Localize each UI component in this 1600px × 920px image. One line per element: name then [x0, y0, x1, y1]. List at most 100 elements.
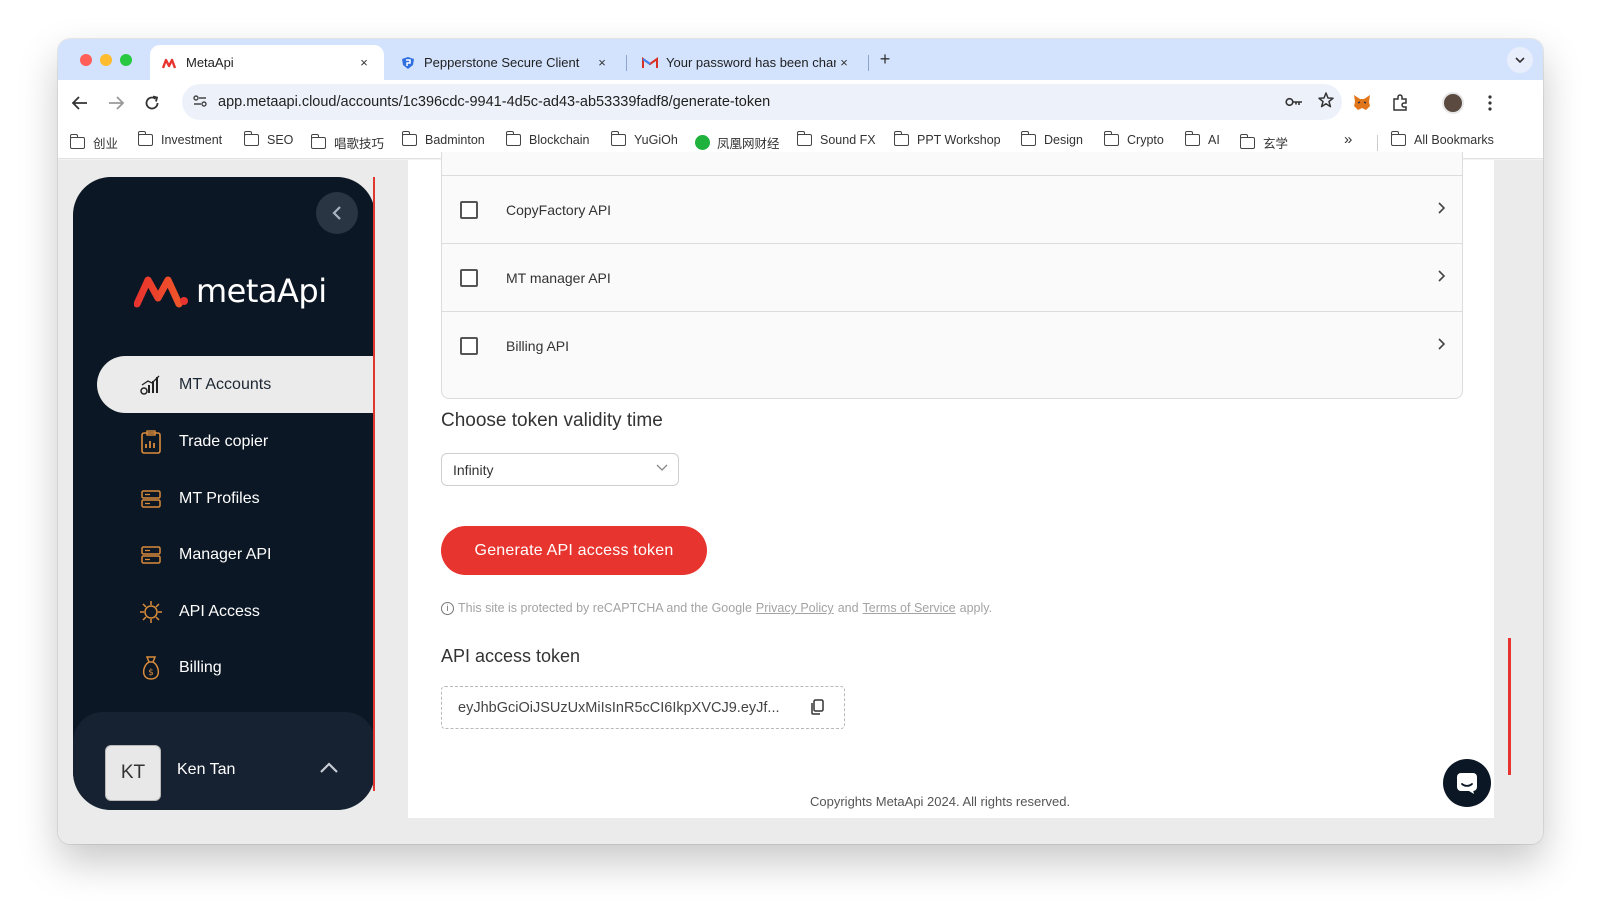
- api-label: MT manager API: [506, 269, 611, 286]
- close-window-button[interactable]: [80, 54, 92, 66]
- clipboard-icon: [137, 428, 165, 456]
- bookmark-folder[interactable]: AI: [1184, 131, 1220, 147]
- bookmark-folder[interactable]: YuGiOh: [610, 131, 678, 147]
- api-row-mt-manager[interactable]: MT manager API: [442, 243, 1462, 311]
- bookmark-folder[interactable]: Blockchain: [505, 131, 589, 147]
- folder-icon: [505, 131, 521, 146]
- server-icon: [137, 541, 165, 569]
- nav-mt-profiles[interactable]: MT Profiles: [97, 470, 375, 527]
- user-panel[interactable]: KT Ken Tan: [73, 712, 375, 810]
- generate-token-button[interactable]: Generate API access token: [441, 526, 707, 575]
- folder-icon: [1103, 131, 1119, 146]
- forward-button[interactable]: [104, 91, 128, 115]
- bookmark-folder[interactable]: 创业: [69, 133, 118, 152]
- chevron-right-icon[interactable]: [1422, 269, 1462, 286]
- metaapi-logo[interactable]: metaApi: [134, 272, 327, 310]
- bookmark-link[interactable]: 凤凰网财经: [695, 133, 780, 152]
- tab-label: Pepperstone Secure Client: [424, 55, 580, 70]
- info-icon: i: [441, 601, 454, 615]
- copy-icon[interactable]: [810, 699, 824, 715]
- reload-icon: [145, 95, 159, 110]
- footer-copyright: Copyrights MetaApi 2024. All rights rese…: [810, 794, 1071, 809]
- folder-icon: [1390, 131, 1406, 146]
- nav-api-access[interactable]: API Access: [97, 583, 375, 640]
- tab-label: Your password has been char: [666, 55, 836, 70]
- tab-pepperstone[interactable]: Pepperstone Secure Client ×: [388, 45, 622, 80]
- reload-button[interactable]: [140, 91, 164, 115]
- chat-launcher-button[interactable]: [1443, 759, 1491, 807]
- bookmark-folder[interactable]: 唱歌技巧: [310, 133, 384, 152]
- tab-search-button[interactable]: [1507, 47, 1533, 73]
- scroll-indicator: [1508, 638, 1511, 775]
- api-gear-icon: [137, 598, 165, 626]
- bookmarks-divider: [1377, 135, 1378, 151]
- site-settings-icon[interactable]: [182, 94, 218, 110]
- bookmark-folder[interactable]: Sound FX: [796, 131, 876, 147]
- folder-icon: [610, 131, 626, 146]
- page-viewport: metaApi MT Accounts Trade copier MT Prof…: [58, 152, 1543, 844]
- bookmark-folder[interactable]: SEO: [243, 131, 293, 147]
- checkbox[interactable]: [460, 336, 478, 355]
- nav-label: Billing: [179, 658, 222, 676]
- tab-metaapi[interactable]: MetaApi ×: [150, 45, 384, 80]
- new-tab-button[interactable]: +: [873, 49, 897, 70]
- money-bag-icon: $: [137, 654, 165, 682]
- profile-avatar[interactable]: [1441, 91, 1465, 115]
- all-bookmarks-button[interactable]: All Bookmarks: [1390, 131, 1494, 147]
- chevron-down-icon: [656, 461, 668, 475]
- pepperstone-favicon-icon: [400, 55, 416, 71]
- nav-manager-api[interactable]: Manager API: [97, 526, 375, 583]
- nav-trade-copier[interactable]: Trade copier: [97, 413, 375, 470]
- chevron-right-icon[interactable]: [1422, 337, 1462, 354]
- checkbox[interactable]: [460, 200, 478, 219]
- password-key-icon[interactable]: [1278, 94, 1310, 111]
- chevron-down-icon: [1515, 57, 1525, 63]
- tab-close-icon[interactable]: ×: [356, 55, 372, 70]
- bookmark-folder[interactable]: 玄学: [1239, 133, 1288, 152]
- bookmarks-overflow-button[interactable]: »: [1344, 131, 1352, 148]
- api-row-copyfactory[interactable]: CopyFactory API: [442, 175, 1462, 243]
- validity-select[interactable]: Infinity: [441, 453, 679, 486]
- sidebar: metaApi MT Accounts Trade copier MT Prof…: [73, 177, 375, 810]
- bookmark-folder[interactable]: Badminton: [401, 131, 485, 147]
- tab-close-icon[interactable]: ×: [836, 55, 852, 70]
- bookmark-star-icon[interactable]: [1310, 92, 1342, 112]
- token-title: API access token: [441, 646, 581, 666]
- folder-icon: [1239, 133, 1255, 149]
- terms-link[interactable]: Terms of Service: [863, 601, 956, 615]
- api-row-billing[interactable]: Billing API: [442, 311, 1462, 379]
- folder-icon: [401, 131, 417, 146]
- chevron-up-icon[interactable]: [319, 758, 339, 779]
- nav-mt-accounts[interactable]: MT Accounts: [97, 356, 375, 413]
- chevron-right-icon[interactable]: [1422, 201, 1462, 218]
- bookmark-folder[interactable]: Crypto: [1103, 131, 1164, 147]
- tab-gmail[interactable]: Your password has been char ×: [630, 45, 864, 80]
- metaapi-favicon-icon: [162, 55, 178, 71]
- token-field[interactable]: eyJhbGciOiJSUzUxMiIsInR5cCI6IkpXVCJ9.eyJ…: [441, 686, 845, 729]
- collapse-sidebar-button[interactable]: [316, 192, 358, 234]
- address-bar[interactable]: app.metaapi.cloud/accounts/1c396cdc-9941…: [182, 84, 1342, 120]
- tab-label: MetaApi: [186, 55, 234, 70]
- privacy-policy-link[interactable]: Privacy Policy: [756, 601, 834, 615]
- tab-close-icon[interactable]: ×: [594, 55, 610, 70]
- back-button[interactable]: [68, 91, 92, 115]
- api-permissions-list: CopyFactory API MT manager API Billing A…: [441, 152, 1463, 399]
- gmail-favicon-icon: [642, 55, 658, 71]
- bookmark-folder[interactable]: PPT Workshop: [893, 131, 1001, 147]
- validity-value: Infinity: [453, 461, 494, 478]
- tab-separator: [868, 55, 869, 71]
- bookmark-folder[interactable]: Investment: [137, 131, 222, 147]
- recaptcha-notice: i This site is protected by reCAPTCHA an…: [441, 601, 992, 615]
- tab-strip: MetaApi × Pepperstone Secure Client × Yo…: [58, 39, 1543, 80]
- minimize-window-button[interactable]: [100, 54, 112, 66]
- browser-menu-icon[interactable]: [1478, 91, 1502, 115]
- bookmark-folder[interactable]: Design: [1020, 131, 1083, 147]
- extensions-puzzle-icon[interactable]: [1388, 91, 1412, 115]
- arrow-right-icon: [109, 96, 124, 110]
- metamask-extension-icon[interactable]: [1350, 91, 1374, 115]
- checkbox[interactable]: [460, 268, 478, 287]
- sidebar-accent-edge: [373, 177, 375, 791]
- zoom-window-button[interactable]: [120, 54, 132, 66]
- nav-billing[interactable]: $ Billing: [97, 639, 375, 696]
- folder-icon: [137, 131, 153, 146]
